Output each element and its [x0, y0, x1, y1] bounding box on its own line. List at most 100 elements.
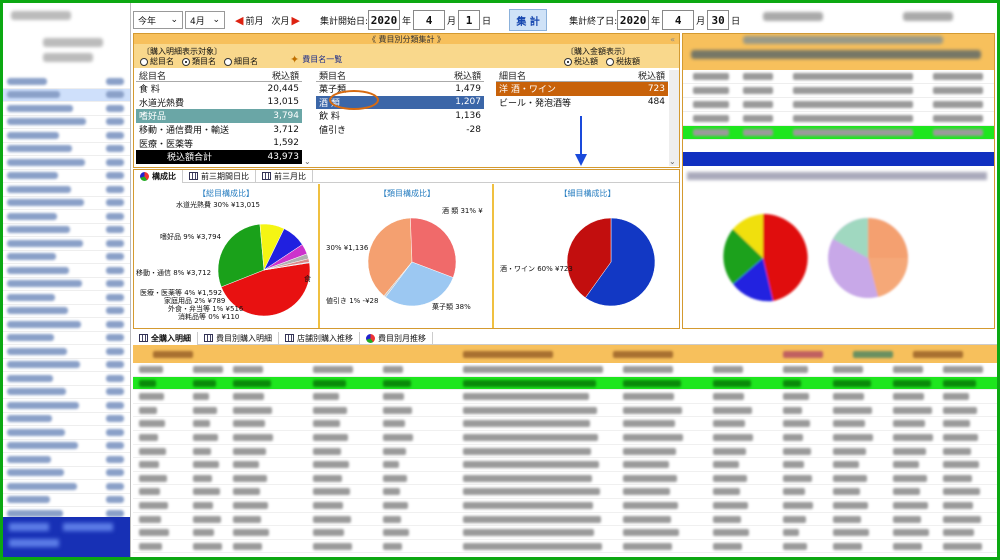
end-month-field[interactable]: 4 [662, 10, 695, 30]
table-row[interactable] [133, 472, 997, 486]
table-row[interactable] [133, 363, 997, 377]
table-row[interactable] [133, 431, 997, 445]
aggregate-button[interactable]: 集 計 [509, 9, 548, 31]
list-item[interactable] [3, 305, 130, 318]
table-row[interactable]: 医療・医薬等 1,592 [136, 136, 302, 150]
scrollbar[interactable]: ⌄ [669, 70, 679, 166]
radio-tax-incl[interactable]: 税込額 [564, 56, 598, 67]
list-item[interactable] [3, 251, 130, 264]
toolbar-blurred-item[interactable] [903, 12, 953, 21]
list-item[interactable] [3, 345, 130, 359]
category-value: 1,479 [455, 83, 481, 94]
table-row[interactable] [133, 499, 997, 513]
list-item[interactable] [3, 291, 130, 305]
table-row[interactable]: 水道光熱費 13,015 [136, 96, 302, 110]
list-item[interactable] [3, 237, 130, 251]
list-item[interactable] [3, 467, 130, 480]
table-row[interactable] [133, 513, 997, 527]
list-item[interactable] [3, 359, 130, 372]
list-item[interactable] [3, 399, 130, 413]
tab-category-purchases[interactable]: 費目別購入明細 [198, 331, 279, 345]
list-item[interactable] [3, 143, 130, 156]
table-row[interactable]: 値引き -28 [316, 123, 484, 137]
item-name: ビール・発泡酒等 [499, 98, 572, 109]
list-item[interactable] [3, 372, 130, 386]
table-icon [285, 334, 294, 342]
list-item[interactable] [3, 318, 130, 332]
list-item[interactable] [3, 224, 130, 237]
right-tabs[interactable] [683, 170, 994, 182]
toolbar-blurred-item[interactable] [763, 12, 823, 21]
start-month-field[interactable]: 4 [413, 10, 446, 30]
prev-month-button[interactable]: ◀ 前月 [235, 14, 263, 27]
start-day-field[interactable]: 1 [458, 10, 481, 30]
table-row[interactable] [683, 126, 994, 140]
list-item[interactable] [3, 197, 130, 210]
table-row[interactable]: 飲 料 1,136 [316, 109, 484, 123]
table-row[interactable] [683, 98, 994, 112]
list-item[interactable] [3, 480, 130, 494]
tab-prev-period[interactable]: 前三期間日比 [183, 169, 256, 183]
table-row[interactable] [133, 390, 997, 404]
table-row[interactable]: 移動・通信費用・輸送 3,712 [136, 123, 302, 137]
table-row[interactable] [683, 112, 994, 126]
tab-prev-month[interactable]: 前三月比 [256, 169, 313, 183]
table-row[interactable] [133, 417, 997, 431]
list-item[interactable] [3, 332, 130, 345]
list-item[interactable] [3, 413, 130, 426]
list-item[interactable] [3, 386, 130, 399]
list-item[interactable] [3, 88, 130, 102]
day-unit: 日 [482, 16, 492, 27]
list-item[interactable] [3, 210, 130, 224]
end-day-field[interactable]: 30 [707, 10, 730, 30]
list-item[interactable] [3, 156, 130, 170]
expense-list-button[interactable]: ✦ 費目名一覧 [290, 53, 342, 66]
period-select[interactable]: 今年 ⌄ [133, 11, 183, 29]
end-year-field[interactable]: 2020 [617, 10, 650, 30]
table-row[interactable]: 食 料 20,445 [136, 82, 302, 96]
list-item[interactable] [3, 440, 130, 453]
general-name: 水道光熱費 [139, 98, 185, 109]
collapse-icon[interactable]: « [670, 35, 675, 44]
tab-all-purchases[interactable]: 全購入明細 [133, 331, 198, 345]
radio-item[interactable]: 細目名 [224, 56, 258, 67]
table-row[interactable] [133, 485, 997, 499]
tab-composition[interactable]: 構成比 [134, 169, 183, 183]
list-item[interactable] [3, 129, 130, 143]
table-row[interactable] [133, 445, 997, 459]
list-item[interactable] [3, 494, 130, 507]
list-item[interactable] [3, 102, 130, 116]
list-item[interactable] [3, 278, 130, 291]
list-item[interactable] [3, 264, 130, 278]
table-row[interactable]: ビール・発泡酒等 484 [496, 96, 668, 110]
table-row[interactable]: 洋 酒・ワイン 723 [496, 82, 668, 96]
tab-store-trend[interactable]: 店舗別購入推移 [279, 331, 360, 345]
list-item[interactable] [3, 75, 130, 89]
list-item[interactable] [3, 116, 130, 129]
next-month-button[interactable]: 次月 ▶ [271, 14, 299, 27]
scrollbar[interactable]: ⌄ [304, 70, 314, 166]
list-item[interactable] [3, 183, 130, 197]
table-row[interactable] [683, 84, 994, 98]
list-item[interactable] [3, 453, 130, 467]
table-row[interactable] [133, 376, 997, 391]
month-select[interactable]: 4月 ⌄ [185, 11, 225, 29]
table-row[interactable] [133, 404, 997, 418]
list-item[interactable] [3, 426, 130, 440]
left-panel-footer[interactable] [3, 517, 130, 557]
tab-category-monthly[interactable]: 費目別月推移 [360, 331, 433, 345]
table-row[interactable] [133, 540, 997, 554]
radio-tax-excl[interactable]: 税抜額 [606, 56, 640, 67]
category-value: -28 [466, 124, 481, 135]
table-row[interactable] [133, 458, 997, 472]
summary-options: 〔購入明細表示対象〕 総目名 類目名 細目名 ✦ 費目名一覧 〔購入金額表示〕 税… [134, 44, 679, 68]
table-row[interactable] [133, 526, 997, 540]
table-icon [189, 172, 198, 180]
radio-category[interactable]: 類目名 [182, 56, 216, 67]
start-year-field[interactable]: 2020 [368, 10, 401, 30]
radio-general[interactable]: 総目名 [140, 56, 174, 67]
table-row[interactable] [683, 70, 994, 84]
table-row[interactable]: 嗜好品 3,794 [136, 109, 302, 123]
list-item[interactable] [3, 170, 130, 183]
arrow-right-icon: ▶ [291, 13, 300, 27]
